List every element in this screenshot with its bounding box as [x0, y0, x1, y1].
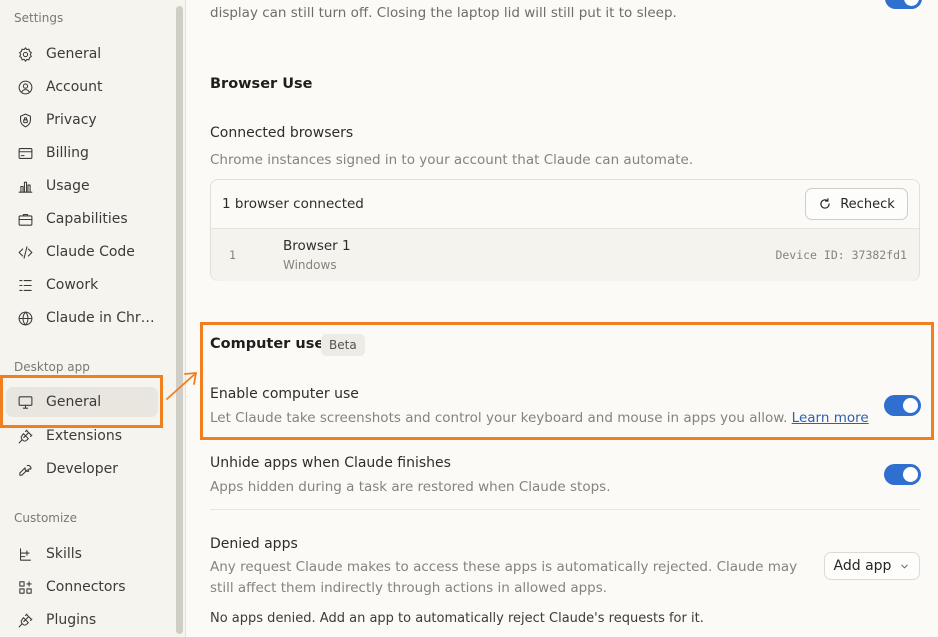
sidebar-item-usage[interactable]: Usage: [6, 171, 158, 201]
section-label-desktop-app: Desktop app: [14, 360, 90, 374]
toggle-knob: [903, 467, 918, 482]
sidebar-item-label: Connectors: [46, 579, 126, 595]
list-icon: [16, 276, 34, 294]
sidebar-item-label: Plugins: [46, 612, 97, 628]
sidebar-scrollbar[interactable]: [176, 6, 183, 634]
sidebar-item-label: Claude Code: [46, 244, 135, 260]
chevron-down-icon: [899, 561, 910, 572]
code-icon: [16, 243, 34, 261]
sidebar-item-capabilities[interactable]: Capabilities: [6, 204, 158, 234]
unhide-apps-toggle[interactable]: [884, 464, 921, 485]
connected-browsers-label: Connected browsers: [210, 125, 354, 141]
sidebar-item-label: Claude in Chr…: [46, 310, 155, 326]
table-row: 1 Browser 1 Windows Device ID: 37382fd1: [211, 229, 919, 281]
credit-card-icon: [16, 144, 34, 162]
sidebar-item-label: Developer: [46, 461, 119, 477]
sidebar-item-privacy[interactable]: Privacy: [6, 105, 158, 135]
device-id: Device ID: 37382fd1: [775, 248, 907, 262]
highlight-box-computer-use: [200, 322, 934, 440]
globe-icon: [16, 309, 34, 327]
sidebar-item-label: General: [46, 46, 102, 62]
sidebar-item-label: Billing: [46, 145, 89, 161]
sidebar-item-connectors[interactable]: Connectors: [6, 572, 158, 602]
sidebar-item-label: Extensions: [46, 428, 123, 444]
unhide-apps-description: Apps hidden during a task are restored w…: [210, 479, 611, 495]
sidebar-item-claude-code[interactable]: Claude Code: [6, 237, 158, 267]
plug-icon: [16, 611, 34, 629]
refresh-icon: [818, 197, 832, 211]
unhide-apps-label: Unhide apps when Claude finishes: [210, 455, 451, 471]
wrench-icon: [16, 460, 34, 478]
highlight-box-sidebar-general: [0, 375, 163, 428]
sidebar-item-skills[interactable]: Skills: [6, 539, 158, 569]
add-app-button[interactable]: Add app: [824, 552, 920, 580]
power-setting-description: display can still turn off. Closing the …: [210, 5, 677, 21]
browser-os: Windows: [283, 258, 337, 272]
browser-name: Browser 1: [283, 238, 351, 254]
add-app-label: Add app: [833, 558, 892, 574]
power-setting-toggle[interactable]: [885, 0, 922, 9]
grid-plus-icon: [16, 578, 34, 596]
user-circle-icon: [16, 78, 34, 96]
sidebar-item-account[interactable]: Account: [6, 72, 158, 102]
section-label-customize: Customize: [14, 511, 77, 525]
section-label-settings: Settings: [14, 11, 64, 25]
recheck-button[interactable]: Recheck: [805, 188, 908, 220]
sidebar-item-claude-in-chrome[interactable]: Claude in Chr…: [6, 303, 158, 333]
sidebar-item-plugins[interactable]: Plugins: [6, 605, 158, 635]
skills-icon: [16, 545, 34, 563]
recheck-label: Recheck: [840, 196, 895, 212]
denied-apps-description-line2: still affect them indirectly through act…: [210, 580, 608, 596]
bar-chart-icon: [16, 177, 34, 195]
section-divider: [210, 509, 920, 510]
denied-apps-description-line1: Any request Claude makes to access these…: [210, 559, 798, 575]
shield-lock-icon: [16, 111, 34, 129]
toggle-knob: [904, 0, 919, 6]
sidebar-item-developer[interactable]: Developer: [6, 454, 158, 484]
sidebar-item-label: Skills: [46, 546, 82, 562]
no-denied-apps-text: No apps denied. Add an app to automatica…: [210, 611, 704, 626]
connected-browsers-description: Chrome instances signed in to your accou…: [210, 152, 694, 168]
sidebar-item-label: Account: [46, 79, 103, 95]
sidebar-item-billing[interactable]: Billing: [6, 138, 158, 168]
sidebar-item-label: Capabilities: [46, 211, 128, 227]
connected-browsers-panel: 1 browser connected Recheck 1 Browser 1 …: [210, 179, 920, 281]
browser-use-heading: Browser Use: [210, 76, 313, 92]
sidebar-item-label: Usage: [46, 178, 90, 194]
plug-icon: [16, 427, 34, 445]
browser-count: 1 browser connected: [222, 196, 364, 212]
settings-sidebar: Settings General Account Privacy Billing…: [0, 0, 186, 637]
annotation-arrow-icon: [166, 372, 197, 400]
briefcase-icon: [16, 210, 34, 228]
browser-index: 1: [229, 248, 236, 262]
sidebar-item-general[interactable]: General: [6, 39, 158, 69]
denied-apps-label: Denied apps: [210, 536, 298, 552]
sidebar-item-label: Cowork: [46, 277, 99, 293]
gear-icon: [16, 45, 34, 63]
settings-content: display can still turn off. Closing the …: [186, 0, 938, 637]
sidebar-item-label: Privacy: [46, 112, 97, 128]
sidebar-item-cowork[interactable]: Cowork: [6, 270, 158, 300]
